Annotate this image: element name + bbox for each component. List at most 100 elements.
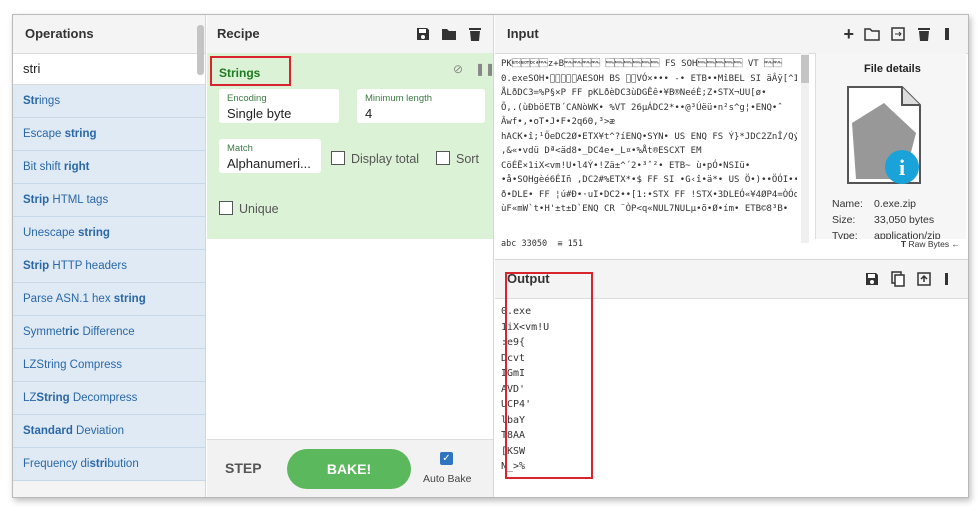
sort-checkbox[interactable] xyxy=(436,151,450,165)
encoding-select[interactable]: Encoding Single byte xyxy=(219,89,339,123)
operation-label-match: String xyxy=(36,392,70,404)
file-details-panel: File details i Name: 0.exe.zip Size: 33,… xyxy=(815,53,966,239)
file-name-label: Name: xyxy=(832,198,863,210)
file-icon: i xyxy=(847,86,921,184)
open-file-icon[interactable] xyxy=(890,26,906,42)
open-folder-icon[interactable] xyxy=(864,26,880,42)
copy-output-icon[interactable] xyxy=(890,271,906,287)
step-button[interactable]: STEP xyxy=(225,460,262,476)
match-label: Match xyxy=(227,143,253,154)
strings-operation-card: Strings ⊘ ❚❚ Encoding Single byte Minimu… xyxy=(207,53,495,239)
operation-label-match: Strip xyxy=(23,194,50,206)
operation-list-item[interactable]: Strings xyxy=(13,85,205,118)
output-layout-icon[interactable] xyxy=(942,271,958,287)
clear-input-trash-icon[interactable] xyxy=(916,26,932,42)
input-lines-value: 151 xyxy=(567,239,583,249)
file-size-value: 33,050 bytes xyxy=(874,214,935,226)
display-total-label: Display total xyxy=(351,152,420,166)
raw-bytes-label: Raw Bytes xyxy=(908,239,950,249)
replace-input-icon[interactable] xyxy=(916,271,932,287)
operation-label-match: stri xyxy=(89,458,108,470)
display-total-checkbox[interactable] xyxy=(331,151,345,165)
length-icon: abc xyxy=(501,239,517,249)
operation-label-post: Decompress xyxy=(69,392,138,404)
input-line: ð•DLE• FF ¦ú#Ð•·uI•DC2••[1:•STX FF !STX•… xyxy=(501,189,797,200)
clear-recipe-trash-icon[interactable] xyxy=(467,26,483,42)
operation-label-pre: Parse ASN.1 hex xyxy=(23,293,114,305)
save-recipe-icon[interactable] xyxy=(415,26,431,42)
operation-label-match: right xyxy=(63,161,90,173)
breakpoint-icon[interactable]: ❚❚ xyxy=(475,62,495,76)
match-value: Alphanumeri... xyxy=(227,156,311,171)
operation-label-pre: Escape xyxy=(23,128,65,140)
auto-bake-checkbox[interactable]: ✓ xyxy=(440,452,453,465)
operation-label-post: Deviation xyxy=(72,425,124,437)
eol-arrow-icon: ← xyxy=(951,239,961,249)
operation-list-item[interactable]: Escape string xyxy=(13,118,205,151)
operations-scrollbar[interactable] xyxy=(197,25,204,75)
operation-label-pre: Frequency di xyxy=(23,458,90,470)
operation-list-item[interactable]: Strip HTTP headers xyxy=(13,250,205,283)
file-type-label: Type: xyxy=(832,230,858,239)
text-encoding-icon: T xyxy=(900,239,907,249)
input-status-bar: abc 33050 ≡ 151 xyxy=(501,239,583,249)
save-output-icon[interactable] xyxy=(864,271,880,287)
highlight-box-output xyxy=(505,272,593,479)
encoding-label: Encoding xyxy=(227,93,267,104)
match-select[interactable]: Match Alphanumeri... xyxy=(219,139,321,173)
lines-icon: ≡ xyxy=(557,239,563,249)
operation-list-item[interactable]: LZString Decompress xyxy=(13,382,205,415)
operation-list-item[interactable]: Unescape string xyxy=(13,217,205,250)
file-size-label: Size: xyxy=(832,214,856,226)
operation-list-item[interactable]: Symmetric Difference xyxy=(13,316,205,349)
load-recipe-folder-icon[interactable] xyxy=(441,26,457,42)
operation-list-item[interactable]: Frequency distribution xyxy=(13,448,205,481)
input-textarea[interactable]: PK z+B            FS SOH      VT    0.… xyxy=(501,57,797,237)
file-type-value: application/zip xyxy=(874,230,941,239)
operations-panel: Operations stri Strings Escape string Bit … xyxy=(13,15,206,497)
output-panel: Output 0.exe 1iX<vm!U:e9{Dcvt IGmI AVD' UCP4… xyxy=(495,259,968,497)
operation-list-item[interactable]: Strip HTML tags xyxy=(13,184,205,217)
add-input-tab-icon[interactable]: + xyxy=(843,15,854,53)
disable-operation-icon[interactable]: ⊘ xyxy=(453,62,463,76)
minimum-length-input[interactable]: Minimum length 4 xyxy=(357,89,485,123)
operation-label-pre: Bit shift xyxy=(23,161,64,173)
input-line: 0.exeSOH•     AESOH BS   VÓ×••• -• ETB••… xyxy=(501,73,797,84)
operation-list-item[interactable]: Bit shift right xyxy=(13,151,205,184)
operations-list: Strings Escape string Bit shift right Strip… xyxy=(13,85,205,481)
input-line: •å•SOHgèé6ÉIñ ,DC2#%ETX*•$ FF SI •G‹î•ä*… xyxy=(501,175,797,185)
operations-search-input[interactable]: stri xyxy=(13,54,205,85)
svg-text:i: i xyxy=(899,155,905,180)
operation-label-post: ings xyxy=(38,95,61,107)
input-line: ÅLðDC3=%P§×P FF pKLðèDC3ùDGÊê•¥B®NeéÈ;Z•… xyxy=(501,88,767,98)
bake-button[interactable]: BAKE! xyxy=(287,449,411,489)
operation-label-post: HTML tags xyxy=(49,194,109,206)
input-title: Input xyxy=(507,26,539,41)
input-line: Âwf•,•oT•J•F•2q6Θ,³>æ xyxy=(501,117,615,127)
operation-label-match: ric xyxy=(65,326,80,338)
operation-label-pre: LZ xyxy=(23,392,37,404)
operation-label-match: Standard xyxy=(23,425,73,437)
raw-bytes-toggle[interactable]: T Raw Bytes ← xyxy=(901,239,960,249)
input-line: Õ,.(ùÐböETB´CANòWK• %VT 26µÁDC2*••@³Úëü•… xyxy=(501,102,783,113)
operation-label-match: Strip xyxy=(23,260,50,272)
unique-checkbox[interactable] xyxy=(219,201,233,215)
input-scrollbar[interactable] xyxy=(801,53,809,243)
operation-list-item[interactable]: Parse ASN.1 hex string xyxy=(13,283,205,316)
operation-list-item[interactable]: Standard Deviation xyxy=(13,415,205,448)
input-layout-icon[interactable] xyxy=(942,26,958,42)
operation-label-post: HTTP headers xyxy=(49,260,127,272)
recipe-header: Recipe xyxy=(207,15,493,54)
operation-label-match: string xyxy=(113,293,146,305)
recipe-controls: STEP BAKE! ✓ Auto Bake xyxy=(207,439,493,497)
unique-label: Unique xyxy=(239,202,279,216)
recipe-panel: Recipe Strings ⊘ ❚❚ Encoding Single byte… xyxy=(207,15,495,497)
minimum-length-label: Minimum length xyxy=(365,93,433,104)
recipe-title: Recipe xyxy=(217,26,260,41)
highlight-box-operation xyxy=(210,56,291,86)
minimum-length-value: 4 xyxy=(365,106,373,121)
operation-label-pre: Unescape xyxy=(23,227,78,239)
operation-label-post: Difference xyxy=(79,326,135,338)
operation-list-item[interactable]: LZString Compress xyxy=(13,349,205,382)
operation-label-match: string xyxy=(64,128,97,140)
